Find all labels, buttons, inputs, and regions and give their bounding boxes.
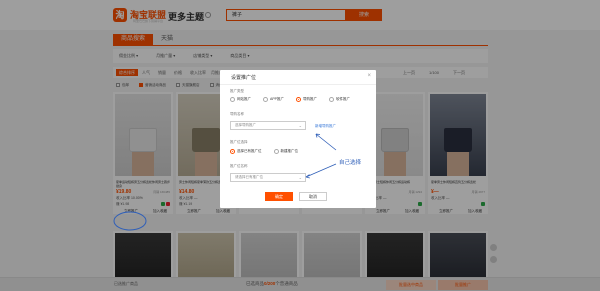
promo-type-label: 推广类型 (230, 89, 244, 93)
radio-software[interactable]: 软件推广 (329, 97, 350, 102)
radio-dot[interactable] (230, 97, 235, 102)
position-choice-group: 选择已有推广位 新建推广位 (230, 149, 310, 154)
radio-new-position[interactable]: 新建推广位 (273, 149, 299, 154)
radio-website[interactable]: 网站推广 (230, 97, 251, 102)
radio-guide[interactable]: 导购推广 (296, 97, 317, 102)
select-value: 选择导购推广 (235, 123, 256, 127)
close-icon[interactable]: × (367, 73, 371, 79)
radio-dot[interactable] (263, 97, 268, 102)
radio-dot[interactable] (273, 149, 279, 154)
guide-name-select[interactable]: 选择导购推广 ⌄ (230, 121, 306, 130)
radio-dot[interactable] (329, 97, 335, 102)
radio-label: 软件推广 (336, 97, 351, 101)
position-name-select[interactable]: 请选择已有推广位 ⌄ (230, 173, 306, 182)
radio-label: 网站推广 (237, 97, 251, 101)
radio-dot[interactable] (296, 97, 302, 102)
promo-type-group: 网站推广 APP推广 导购推广 软件推广 (230, 97, 362, 102)
chevron-down-icon: ⌄ (298, 175, 302, 180)
radio-label: 选择已有推广位 (237, 149, 262, 153)
position-choice-label: 推广位选择 (230, 140, 248, 144)
radio-label: 新建推广位 (280, 149, 299, 153)
select-value: 请选择已有推广位 (235, 175, 263, 179)
radio-label: APP推广 (270, 97, 285, 101)
cancel-button[interactable]: 取消 (299, 192, 327, 201)
position-name-label: 推广位名称 (230, 164, 248, 168)
dialog-title: 设置推广位 (231, 75, 257, 81)
add-guide-link[interactable]: 新增导购推广 (315, 124, 336, 129)
promo-position-dialog: 设置推广位 × 推广类型 网站推广 APP推广 导购推广 软件推广 导购名称 选… (220, 70, 376, 208)
dialog-divider (220, 84, 376, 85)
chevron-down-icon: ⌄ (298, 123, 302, 128)
guide-name-label: 导购名称 (230, 112, 244, 116)
radio-label: 导购推广 (303, 97, 318, 101)
annotation-label: 自己选择 (339, 160, 362, 166)
confirm-button[interactable]: 确定 (265, 192, 293, 201)
radio-existing-position[interactable]: 选择已有推广位 (230, 149, 262, 154)
radio-dot[interactable] (230, 149, 235, 154)
radio-app[interactable]: APP推广 (263, 97, 284, 102)
